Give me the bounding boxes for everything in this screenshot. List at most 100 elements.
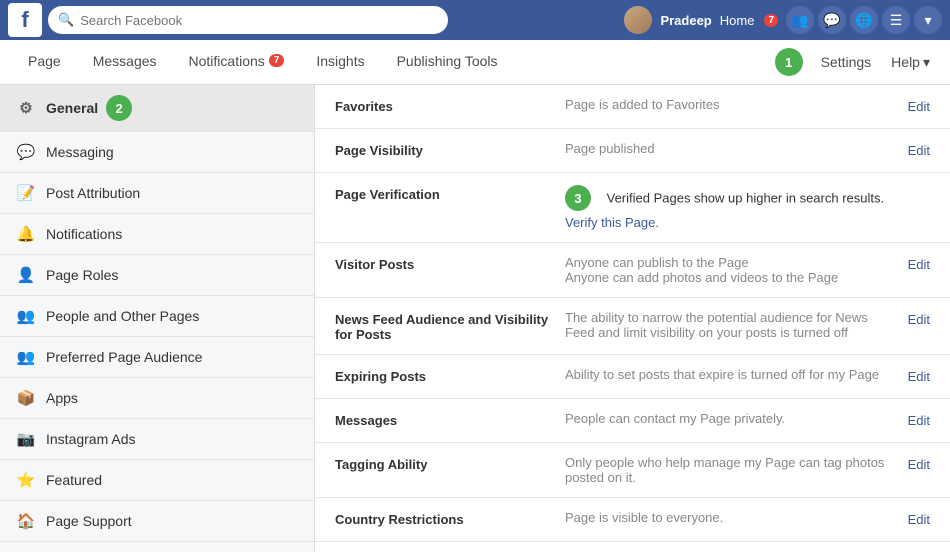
tagging-ability-label: Tagging Ability	[335, 455, 555, 472]
sidebar-label-instagram-ads: Instagram Ads	[46, 431, 136, 447]
search-input[interactable]	[80, 13, 438, 28]
sidebar-item-preferred-page-audience[interactable]: 👥 Preferred Page Audience	[0, 337, 314, 378]
sidebar-label-apps: Apps	[46, 390, 78, 406]
verification-badge: 3	[565, 185, 591, 211]
sidebar-label-messaging: Messaging	[46, 144, 114, 160]
main-layout: ⚙ General 2 💬 Messaging 📝 Post Attributi…	[0, 85, 950, 552]
general-badge: 2	[106, 95, 132, 121]
home-badge: 7	[764, 14, 778, 27]
page-verification-value: 3 Verified Pages show up higher in searc…	[555, 185, 930, 230]
page-tabs: Page Messages Notifications 7 Insights P…	[0, 40, 950, 85]
settings-section: 1 Settings	[809, 54, 884, 70]
sidebar-label-post-attribution: Post Attribution	[46, 185, 140, 201]
settings-row-messages: Messages People can contact my Page priv…	[315, 399, 950, 443]
search-icon: 🔍	[58, 12, 74, 28]
messaging-icon: 💬	[16, 142, 36, 162]
top-nav: f 🔍 Pradeep Home 7 👥 💬 🌐 ☰ ▾	[0, 0, 950, 40]
chevron-down-icon[interactable]: ▾	[914, 6, 942, 34]
fb-logo-letter: f	[21, 9, 28, 31]
help-button[interactable]: Help ▾	[883, 54, 938, 71]
page-visibility-value: Page published	[555, 141, 908, 156]
tagging-ability-edit[interactable]: Edit	[908, 455, 930, 472]
tab-page[interactable]: Page	[12, 40, 77, 85]
sidebar-label-preferred-page-audience: Preferred Page Audience	[46, 349, 202, 365]
settings-row-expiring-posts: Expiring Posts Ability to set posts that…	[315, 355, 950, 399]
messages-value: People can contact my Page privately.	[555, 411, 908, 426]
friends-icon[interactable]: 👥	[786, 6, 814, 34]
sidebar-label-page-support: Page Support	[46, 513, 132, 529]
sidebar-item-messaging[interactable]: 💬 Messaging	[0, 132, 314, 173]
sidebar-item-people-other-pages[interactable]: 👥 People and Other Pages	[0, 296, 314, 337]
sidebar-item-post-attribution[interactable]: 📝 Post Attribution	[0, 173, 314, 214]
favorites-label: Favorites	[335, 97, 555, 114]
sidebar-item-apps[interactable]: 📦 Apps	[0, 378, 314, 419]
sidebar-item-notifications[interactable]: 🔔 Notifications	[0, 214, 314, 255]
visitor-posts-edit[interactable]: Edit	[908, 255, 930, 272]
settings-row-tagging-ability: Tagging Ability Only people who help man…	[315, 443, 950, 498]
sidebar-label-general: General	[46, 100, 98, 116]
username-label: Pradeep	[660, 13, 711, 28]
sidebar-label-people-other-pages: People and Other Pages	[46, 308, 199, 324]
verify-page-link[interactable]: Verify this Page.	[565, 215, 920, 230]
expiring-posts-label: Expiring Posts	[335, 367, 555, 384]
messages-label: Messages	[335, 411, 555, 428]
sidebar-label-notifications: Notifications	[46, 226, 122, 242]
expiring-posts-value: Ability to set posts that expire is turn…	[555, 367, 908, 382]
sidebar-item-instagram-ads[interactable]: 📷 Instagram Ads	[0, 419, 314, 460]
sidebar-item-page-roles[interactable]: 👤 Page Roles	[0, 255, 314, 296]
avatar	[624, 6, 652, 34]
sidebar-item-general[interactable]: ⚙ General 2	[0, 85, 314, 132]
facebook-logo: f	[8, 3, 42, 37]
chevron-down-icon: ▾	[923, 54, 930, 71]
page-verification-label: Page Verification	[335, 185, 555, 202]
country-restrictions-value: Page is visible to everyone.	[555, 510, 908, 525]
settings-row-favorites: Favorites Page is added to Favorites Edi…	[315, 85, 950, 129]
page-roles-icon: 👤	[16, 265, 36, 285]
nav-right: Pradeep Home 7 👥 💬 🌐 ☰ ▾	[624, 6, 942, 34]
tab-messages[interactable]: Messages	[77, 40, 173, 85]
news-feed-edit[interactable]: Edit	[908, 310, 930, 327]
instagram-icon: 📷	[16, 429, 36, 449]
settings-row-page-visibility: Page Visibility Page published Edit	[315, 129, 950, 173]
sidebar: ⚙ General 2 💬 Messaging 📝 Post Attributi…	[0, 85, 315, 552]
settings-button[interactable]: Settings	[809, 54, 884, 70]
sidebar-label-featured: Featured	[46, 472, 102, 488]
post-attribution-icon: 📝	[16, 183, 36, 203]
news-feed-value: The ability to narrow the potential audi…	[555, 310, 908, 340]
sidebar-item-featured[interactable]: ⭐ Featured	[0, 460, 314, 501]
globe-icon[interactable]: 🌐	[850, 6, 878, 34]
star-icon: ⭐	[16, 470, 36, 490]
news-feed-label: News Feed Audience and Visibility for Po…	[335, 310, 555, 342]
notifications-badge: 7	[269, 54, 285, 67]
settings-content: Favorites Page is added to Favorites Edi…	[315, 85, 950, 552]
favorites-edit[interactable]: Edit	[908, 97, 930, 114]
settings-row-age-restrictions: Age Restrictions Page is shown to everyo…	[315, 542, 950, 552]
people-icon: 👥	[16, 306, 36, 326]
settings-badge: 1	[775, 48, 803, 76]
gear-icon: ⚙	[16, 98, 36, 118]
nav-icons: 👥 💬 🌐 ☰ ▾	[786, 6, 942, 34]
settings-row-visitor-posts: Visitor Posts Anyone can publish to the …	[315, 243, 950, 298]
home-label[interactable]: Home	[720, 13, 755, 28]
settings-row-page-verification: Page Verification 3 Verified Pages show …	[315, 173, 950, 243]
search-bar[interactable]: 🔍	[48, 6, 448, 34]
preferred-audience-icon: 👥	[16, 347, 36, 367]
country-restrictions-label: Country Restrictions	[335, 510, 555, 527]
country-restrictions-edit[interactable]: Edit	[908, 510, 930, 527]
page-visibility-label: Page Visibility	[335, 141, 555, 158]
favorites-value: Page is added to Favorites	[555, 97, 908, 112]
settings-row-news-feed-audience: News Feed Audience and Visibility for Po…	[315, 298, 950, 355]
messages-icon[interactable]: 💬	[818, 6, 846, 34]
page-support-icon: 🏠	[16, 511, 36, 531]
notifications-icon: 🔔	[16, 224, 36, 244]
visitor-posts-label: Visitor Posts	[335, 255, 555, 272]
tab-publishing-tools[interactable]: Publishing Tools	[381, 40, 514, 85]
messages-edit[interactable]: Edit	[908, 411, 930, 428]
sidebar-item-page-support[interactable]: 🏠 Page Support	[0, 501, 314, 542]
expiring-posts-edit[interactable]: Edit	[908, 367, 930, 384]
page-visibility-edit[interactable]: Edit	[908, 141, 930, 158]
tagging-ability-value: Only people who help manage my Page can …	[555, 455, 908, 485]
menu-icon[interactable]: ☰	[882, 6, 910, 34]
tab-notifications[interactable]: Notifications 7	[173, 40, 301, 85]
tab-insights[interactable]: Insights	[300, 40, 380, 85]
